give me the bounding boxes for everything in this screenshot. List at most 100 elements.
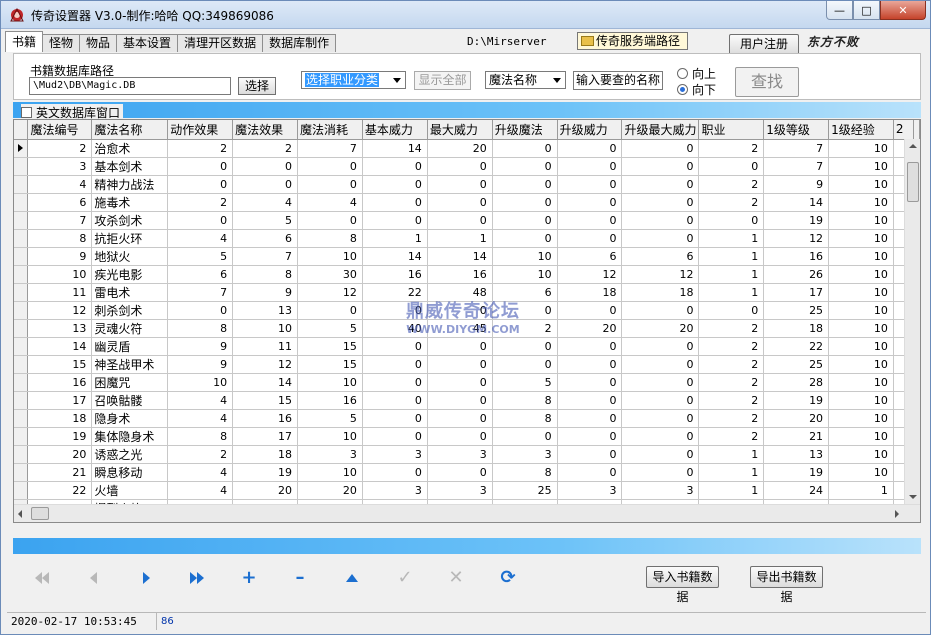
search-button[interactable]: 查找 <box>735 67 799 97</box>
tab-basic-settings[interactable]: 基本设置 <box>116 34 179 52</box>
table-cell[interactable]: 0 <box>621 337 700 356</box>
column-header[interactable]: 升级最大威力 <box>621 120 700 140</box>
table-cell[interactable]: 地狱火 <box>91 247 169 266</box>
table-cell[interactable]: 21 <box>27 463 93 482</box>
table-cell[interactable]: 2 <box>698 193 765 212</box>
table-cell[interactable]: 0 <box>492 211 558 230</box>
table-cell[interactable]: 4 <box>167 409 234 428</box>
table-cell[interactable]: 0 <box>557 193 623 212</box>
table-cell[interactable]: 召唤骷髅 <box>91 391 169 410</box>
table-cell[interactable]: 10 <box>828 265 894 284</box>
table-cell[interactable]: 集体隐身术 <box>91 427 169 446</box>
table-cell[interactable]: 0 <box>557 157 623 176</box>
table-cell[interactable]: 0 <box>557 337 623 356</box>
table-cell[interactable]: 0 <box>621 211 700 230</box>
table-cell[interactable]: 20 <box>232 481 299 500</box>
table-cell[interactable]: 施毒术 <box>91 193 169 212</box>
column-header[interactable]: 魔法名称 <box>91 120 169 140</box>
scroll-thumb[interactable] <box>907 162 919 202</box>
table-cell[interactable]: 3 <box>427 481 493 500</box>
table-cell[interactable]: 0 <box>427 355 493 374</box>
column-header[interactable]: 魔法效果 <box>232 120 299 140</box>
table-cell[interactable]: 20 <box>621 319 700 338</box>
db-path-field[interactable]: \Mud2\DB\Magic.DB <box>29 77 231 95</box>
table-row[interactable]: 15 神圣战甲术 9 12 15 0 0 0 0 0 2 25 10 <box>14 355 920 374</box>
table-cell[interactable]: 20 <box>297 481 363 500</box>
table-cell[interactable]: 8 <box>167 319 234 338</box>
table-cell[interactable]: 0 <box>621 427 700 446</box>
table-cell[interactable]: 0 <box>557 355 623 374</box>
table-cell[interactable]: 10 <box>828 373 894 392</box>
table-cell[interactable]: 10 <box>828 391 894 410</box>
table-cell[interactable]: 0 <box>362 373 428 392</box>
tab-books[interactable]: 书籍 <box>5 31 44 52</box>
table-cell[interactable]: 0 <box>297 301 363 320</box>
table-cell[interactable]: 4 <box>167 229 234 248</box>
table-cell[interactable]: 3 <box>27 157 93 176</box>
table-cell[interactable]: 11 <box>27 283 93 302</box>
table-cell[interactable]: 2 <box>698 409 765 428</box>
radio-down[interactable]: 向下 <box>677 81 716 98</box>
table-cell[interactable]: 0 <box>362 211 428 230</box>
radio-up[interactable]: 向上 <box>677 65 716 82</box>
table-cell[interactable]: 0 <box>492 337 558 356</box>
row-indicator[interactable] <box>14 301 29 320</box>
table-row[interactable]: 7 攻杀剑术 0 5 0 0 0 0 0 0 0 19 10 <box>14 211 920 230</box>
table-cell[interactable]: 11 <box>232 337 299 356</box>
table-cell[interactable]: 16 <box>297 391 363 410</box>
table-cell[interactable]: 0 <box>427 391 493 410</box>
table-row[interactable]: 16 困魔咒 10 14 10 0 0 5 0 0 2 28 10 <box>14 373 920 392</box>
table-cell[interactable]: 隐身术 <box>91 409 169 428</box>
table-cell[interactable]: 1 <box>698 481 765 500</box>
table-cell[interactable]: 10 <box>232 319 299 338</box>
row-indicator[interactable] <box>14 319 29 338</box>
table-cell[interactable]: 17 <box>763 283 830 302</box>
tab-clear-data[interactable]: 清理开区数据 <box>177 34 264 52</box>
column-header[interactable]: 1级等级 <box>763 120 830 140</box>
table-cell[interactable]: 25 <box>763 355 830 374</box>
table-cell[interactable]: 2 <box>698 373 765 392</box>
table-cell[interactable]: 19 <box>27 427 93 446</box>
table-cell[interactable]: 8 <box>167 427 234 446</box>
table-cell[interactable]: 14 <box>362 247 428 266</box>
table-cell[interactable]: 10 <box>297 463 363 482</box>
table-cell[interactable]: 16 <box>232 409 299 428</box>
table-cell[interactable]: 1 <box>698 265 765 284</box>
table-cell[interactable]: 10 <box>828 445 894 464</box>
table-cell[interactable]: 19 <box>763 391 830 410</box>
table-cell[interactable]: 2 <box>232 139 299 158</box>
table-cell[interactable]: 6 <box>167 265 234 284</box>
table-cell[interactable]: 0 <box>557 373 623 392</box>
hscroll-thumb[interactable] <box>31 507 49 520</box>
row-indicator[interactable] <box>14 391 29 410</box>
table-cell[interactable]: 5 <box>232 211 299 230</box>
delete-record-button[interactable]: – <box>292 569 308 587</box>
table-cell[interactable]: 10 <box>828 175 894 194</box>
table-row[interactable]: 19 集体隐身术 8 17 10 0 0 0 0 0 2 21 10 <box>14 427 920 446</box>
table-cell[interactable]: 10 <box>297 427 363 446</box>
table-cell[interactable]: 8 <box>297 229 363 248</box>
table-cell[interactable]: 0 <box>297 157 363 176</box>
table-cell[interactable]: 8 <box>492 391 558 410</box>
table-cell[interactable]: 13 <box>763 445 830 464</box>
vertical-scrollbar[interactable] <box>904 139 920 504</box>
table-cell[interactable]: 10 <box>828 193 894 212</box>
prior-record-button[interactable] <box>85 570 101 586</box>
table-cell[interactable]: 8 <box>492 463 558 482</box>
table-cell[interactable]: 9 <box>27 247 93 266</box>
table-cell[interactable]: 2 <box>698 337 765 356</box>
table-cell[interactable]: 20 <box>27 445 93 464</box>
table-cell[interactable]: 14 <box>232 373 299 392</box>
scroll-down-icon[interactable] <box>909 495 917 499</box>
import-button[interactable]: 导入书籍数据 <box>646 566 719 604</box>
table-cell[interactable]: 24 <box>763 481 830 500</box>
table-cell[interactable]: 0 <box>167 211 234 230</box>
table-cell[interactable]: 精神力战法 <box>91 175 169 194</box>
table-row[interactable]: 10 疾光电影 6 8 30 16 16 10 12 12 1 26 10 <box>14 265 920 284</box>
table-cell[interactable]: 3 <box>557 481 623 500</box>
table-cell[interactable]: 22 <box>27 481 93 500</box>
table-cell[interactable]: 15 <box>297 355 363 374</box>
table-cell[interactable]: 0 <box>557 463 623 482</box>
table-cell[interactable]: 0 <box>492 157 558 176</box>
table-cell[interactable]: 7 <box>297 139 363 158</box>
